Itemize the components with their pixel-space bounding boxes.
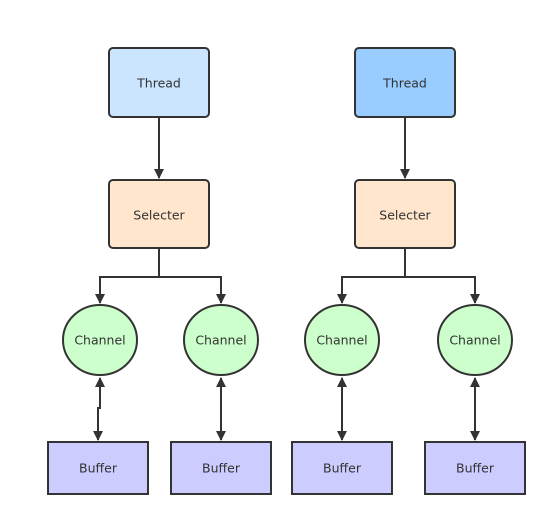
edge-channel-buffer-1 (93, 377, 105, 441)
buffer-label: Buffer (79, 461, 118, 476)
edge-selecter-channel-4 (405, 276, 480, 304)
selecter-label: Selecter (133, 208, 185, 223)
channel-label: Channel (449, 333, 500, 348)
thread-label: Thread (136, 76, 181, 91)
thread-label: Thread (382, 76, 427, 91)
channel-label: Channel (195, 333, 246, 348)
buffer-label: Buffer (456, 461, 495, 476)
edge-selecter-channel-3 (337, 249, 406, 304)
buffer-label: Buffer (202, 461, 241, 476)
group-right: Thread Selecter Channel Channel Buffer B… (291, 47, 526, 495)
diagram: Thread Selecter Channel Channel Buffer B… (47, 47, 526, 495)
edge-selecter-channel-1 (95, 249, 160, 304)
edges (93, 118, 480, 441)
selecter-label: Selecter (379, 208, 431, 223)
buffer-label: Buffer (323, 461, 362, 476)
edge-selecter-channel-2 (159, 276, 226, 304)
channel-label: Channel (316, 333, 367, 348)
channel-label: Channel (74, 333, 125, 348)
